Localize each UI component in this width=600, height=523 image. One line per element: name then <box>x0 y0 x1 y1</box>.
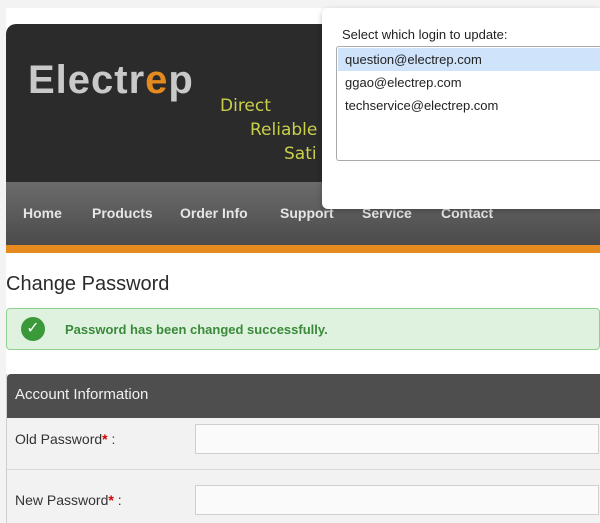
login-picker-prompt: Select which login to update: <box>342 27 508 42</box>
account-information-panel: Account Information Old Password* : New … <box>6 374 600 523</box>
tagline-direct: Direct <box>220 96 271 116</box>
success-message: Password has been changed successfully. <box>65 322 328 337</box>
login-option-techservice[interactable]: techservice@electrep.com <box>338 94 600 117</box>
field-divider <box>7 469 600 470</box>
new-password-input[interactable] <box>195 485 599 515</box>
old-password-input[interactable] <box>195 424 599 454</box>
login-picker-popup: Select which login to update: question@e… <box>322 8 600 209</box>
label-colon: : <box>111 431 116 447</box>
tagline-satisfied: Sati <box>284 144 317 164</box>
logo-text-start: Electr <box>28 58 146 102</box>
check-circle-icon: ✓ <box>21 317 45 341</box>
tagline-reliable: Reliable <box>250 120 318 140</box>
login-option-text: techservice@electrep.com <box>345 98 499 113</box>
label-colon: : <box>117 492 122 508</box>
logo-text-accent: e <box>145 58 169 102</box>
required-asterisk: * <box>102 431 108 447</box>
required-asterisk: * <box>108 492 114 508</box>
success-alert: ✓ Password has been changed successfully… <box>6 308 600 350</box>
page-title: Change Password <box>6 273 170 295</box>
login-option-text: question@electrep.com <box>345 52 482 67</box>
old-password-label: Old Password* : <box>15 431 115 447</box>
old-password-label-text: Old Password <box>15 431 103 447</box>
new-password-label-text: New Password <box>15 492 109 508</box>
nav-products[interactable]: Products <box>92 205 153 221</box>
login-listbox[interactable]: question@electrep.com ggao@electrep.com … <box>336 46 600 161</box>
nav-home[interactable]: Home <box>23 205 62 221</box>
nav-order-info[interactable]: Order Info <box>180 205 248 221</box>
new-password-label: New Password* : <box>15 492 122 508</box>
nav-accent-bar <box>6 245 600 253</box>
electrep-logo[interactable]: Electrep <box>28 58 194 103</box>
login-option-ggao[interactable]: ggao@electrep.com <box>338 71 600 94</box>
account-section-title: Account Information <box>15 386 149 403</box>
login-option-text: ggao@electrep.com <box>345 75 462 90</box>
logo-text-end: p <box>168 58 194 102</box>
login-option-question[interactable]: question@electrep.com <box>338 48 600 71</box>
account-section-header: Account Information <box>7 374 600 418</box>
